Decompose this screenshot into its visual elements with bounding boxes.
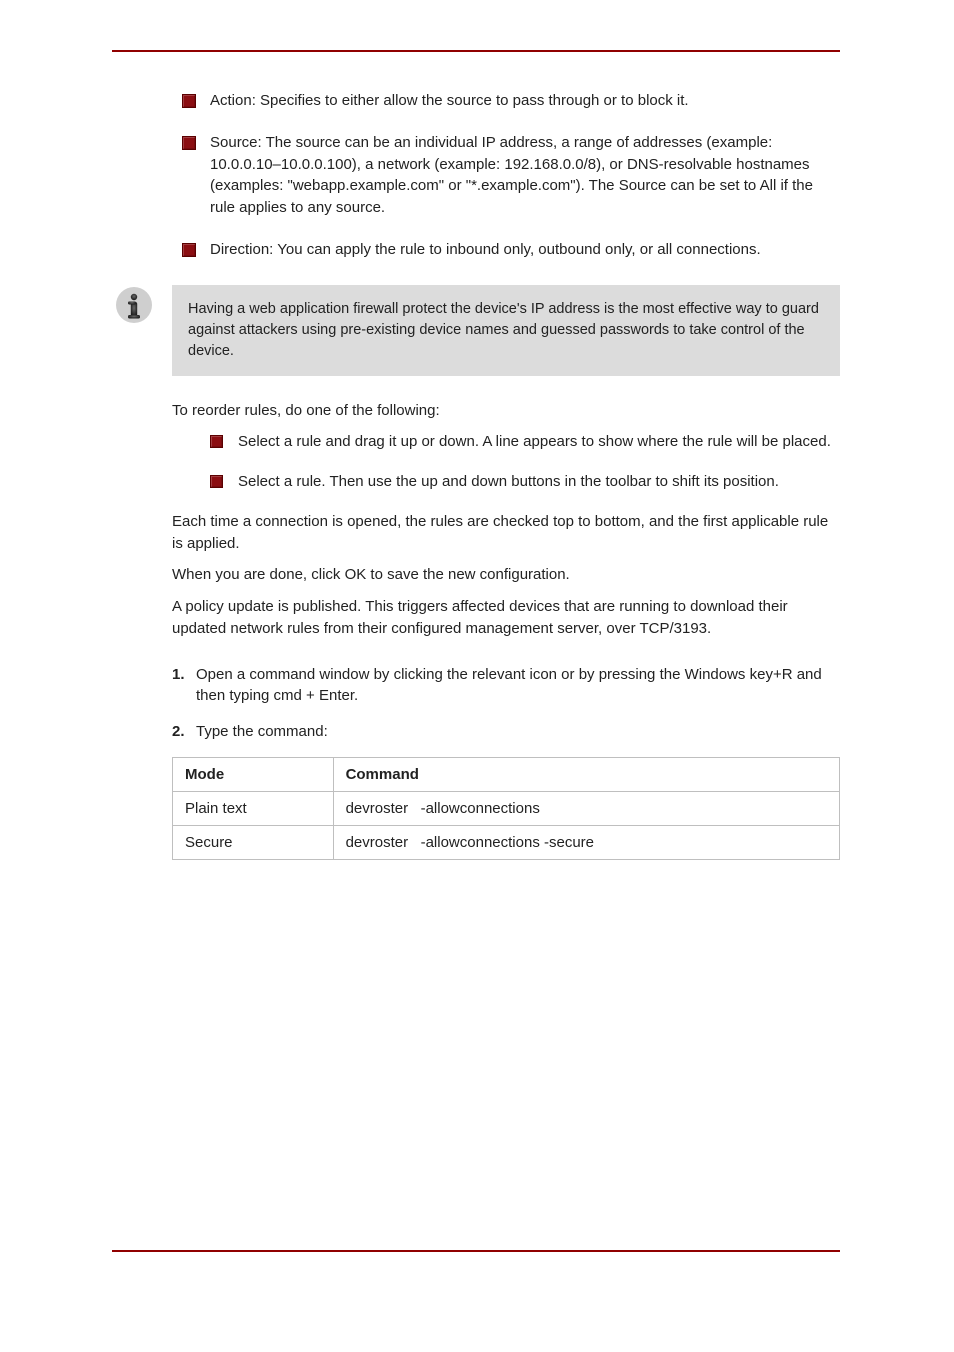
note-callout: Having a web application firewall protec… [114,285,840,376]
table-row: Secure devroster -allowconnections -secu… [173,825,840,859]
bullet-source-lead: Source: [210,134,262,151]
reorder-buttons: Select a rule. Then use the up and down … [204,471,840,493]
top-bullet-list: Action: Specifies to either allow the so… [172,90,840,261]
th-command: Command [333,757,839,791]
bullet-direction-lead: Direction: [210,241,273,258]
rule-order-explain: Each time a connection is opened, the ru… [172,511,840,555]
cell-cmd-secure: devroster -allowconnections -secure [333,825,839,859]
reorder-bullet-list: Select a rule and drag it up or down. A … [204,431,840,493]
table-row: Plain text devroster -allowconnections [173,791,840,825]
reorder-intro: To reorder rules, do one of the followin… [172,400,840,422]
bullet-action-lead: Action: [210,92,256,109]
info-icon [114,285,154,325]
cell-mode-secure: Secure [173,825,334,859]
spacer [172,650,840,664]
reorder-drag: Select a rule and drag it up or down. A … [204,431,840,453]
cell-cmd-plain: devroster -allowconnections [333,791,839,825]
cell-mode-plain: Plain text [173,791,334,825]
policy-update-explain: A policy update is published. This trigg… [172,596,840,640]
th-mode: Mode [173,757,334,791]
page: Action: Specifies to either allow the so… [0,0,954,1352]
bullet-action-text: Specifies to either allow the source to … [256,92,689,109]
step-1: Open a command window by clicking the re… [172,664,840,708]
table-header-row: Mode Command [173,757,840,791]
bullet-direction-text: You can apply the rule to inbound only, … [273,241,760,258]
bullet-source: Source: The source can be an individual … [172,132,840,219]
bullet-source-text: The source can be an individual IP addre… [210,134,813,216]
bullet-direction: Direction: You can apply the rule to inb… [172,239,840,261]
bottom-divider [112,1250,840,1252]
command-table: Mode Command Plain text devroster -allow… [172,757,840,860]
note-text: Having a web application firewall protec… [172,285,840,376]
step-2: Type the command: [172,721,840,743]
bullet-action: Action: Specifies to either allow the so… [172,90,840,112]
content-area: Action: Specifies to either allow the so… [172,90,840,860]
save-instruction: When you are done, click OK to save the … [172,564,840,586]
top-divider [112,50,840,52]
